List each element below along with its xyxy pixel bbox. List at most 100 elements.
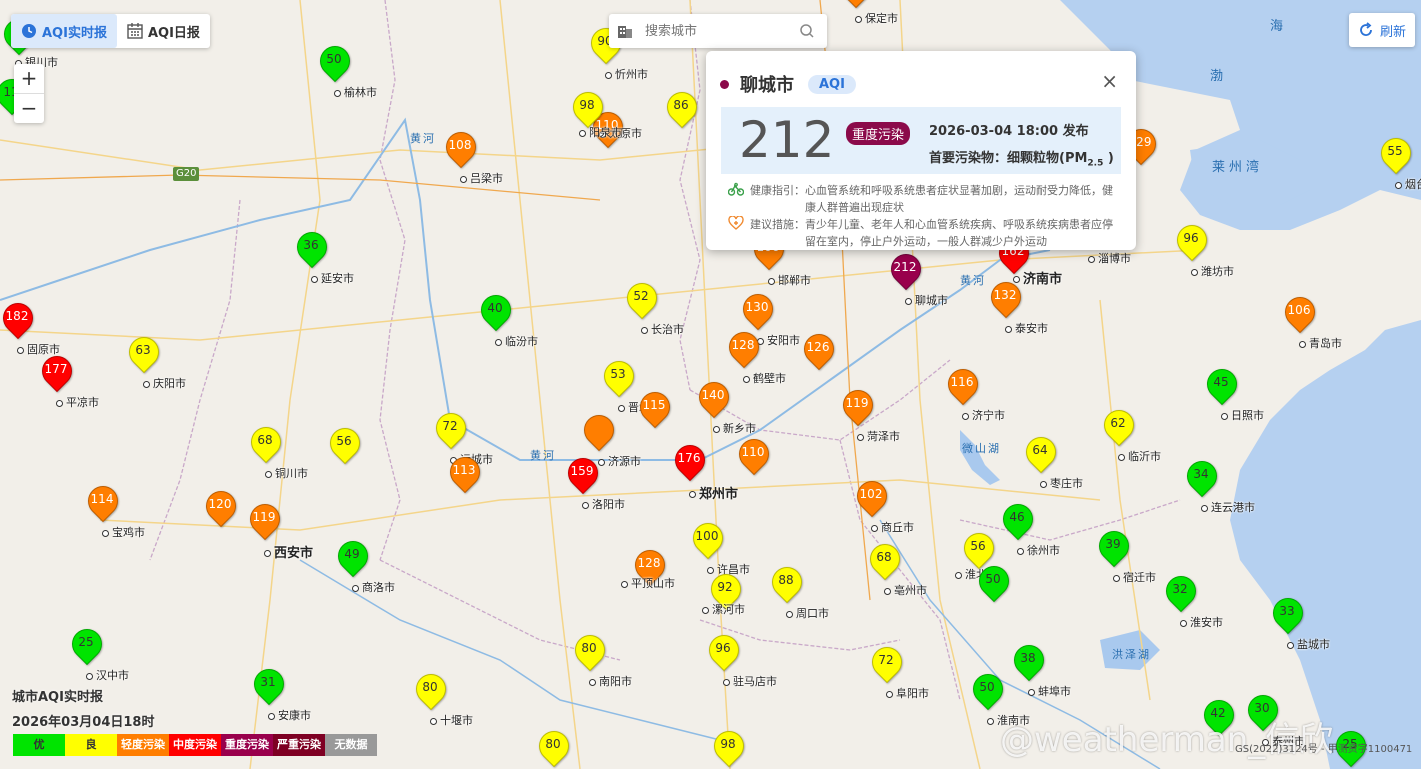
tab-daily[interactable]: AQI日报 [117, 14, 210, 48]
zoom-out-button[interactable]: − [14, 93, 44, 123]
marker-aqi-value: 86 [673, 98, 689, 112]
aqi-marker[interactable]: 56 [957, 526, 1001, 570]
aqi-marker[interactable]: 182 [0, 296, 40, 340]
city-dot-icon [1088, 255, 1095, 263]
city-label: 亳州市 [884, 582, 927, 598]
aqi-marker[interactable]: 32 [1159, 569, 1203, 613]
city-label: 周口市 [786, 605, 829, 621]
aqi-marker[interactable]: 98 [707, 724, 751, 768]
aqi-marker[interactable]: 132 [984, 275, 1028, 319]
aqi-marker[interactable]: 46 [996, 497, 1040, 541]
city-dot-icon [598, 458, 605, 466]
aqi-marker[interactable]: 80 [568, 628, 612, 672]
aqi-marker[interactable]: 86 [660, 85, 704, 129]
aqi-marker[interactable]: 116 [941, 362, 985, 406]
aqi-marker[interactable]: 98 [566, 85, 610, 129]
aqi-marker[interactable]: 34 [1180, 454, 1224, 498]
aqi-marker[interactable]: 80 [532, 724, 576, 768]
marker-aqi-value: 115 [642, 398, 666, 412]
aqi-marker[interactable]: 55 [1374, 131, 1418, 175]
aqi-marker[interactable]: 31 [247, 662, 291, 706]
bicycle-icon [728, 182, 744, 196]
aqi-marker[interactable]: 159 [561, 451, 605, 495]
aqi-marker[interactable]: 108 [439, 125, 483, 169]
lake-label: 洪泽湖 [1112, 648, 1151, 661]
aqi-marker[interactable]: 113 [443, 450, 487, 494]
aqi-marker[interactable] [577, 408, 621, 452]
aqi-value: 212 [739, 111, 835, 169]
aqi-marker[interactable]: 120 [199, 484, 243, 528]
advice-text: 青少年儿童、老年人和心血管系统疾病、呼吸系统疾病患者应停留在室内，停止户外运动，… [805, 218, 1113, 248]
aqi-marker[interactable]: 72 [865, 640, 909, 684]
aqi-marker[interactable]: 176 [668, 438, 712, 482]
aqi-marker[interactable]: 115 [633, 385, 677, 429]
aqi-marker[interactable]: 68 [244, 420, 288, 464]
city-label: 阳泉市 [579, 124, 622, 140]
aqi-marker[interactable]: 126 [797, 327, 841, 371]
marker-aqi-value: 39 [1105, 537, 1121, 551]
aqi-marker[interactable]: 50 [966, 667, 1010, 711]
pollutant-subscript: 2.5 [1087, 158, 1104, 169]
aqi-marker[interactable]: 110 [732, 432, 776, 476]
aqi-marker[interactable]: 25 [65, 622, 109, 666]
aqi-marker[interactable]: 49 [331, 534, 375, 578]
marker-aqi-value: 32 [1172, 582, 1188, 596]
city-name: 平顶山市 [631, 577, 675, 590]
aqi-marker[interactable]: 88 [765, 560, 809, 604]
aqi-marker[interactable]: 40 [474, 288, 518, 332]
aqi-marker[interactable]: 212 [884, 247, 928, 291]
city-label: 青岛市 [1299, 335, 1342, 351]
city-label: 延安市 [311, 270, 354, 286]
close-button[interactable]: × [1101, 69, 1118, 93]
aqi-marker[interactable]: 80 [409, 667, 453, 711]
search-icon[interactable] [799, 23, 815, 39]
city-label: 庆阳市 [143, 375, 186, 391]
aqi-marker[interactable]: 130 [736, 287, 780, 331]
aqi-marker[interactable]: 56 [323, 421, 367, 465]
aqi-marker[interactable]: 63 [122, 330, 166, 374]
aqi-marker[interactable]: 119 [243, 497, 287, 541]
marker-aqi-value: 62 [1110, 416, 1126, 430]
aqi-marker[interactable]: 102 [850, 474, 894, 518]
aqi-marker[interactable]: 64 [1019, 430, 1063, 474]
aqi-marker[interactable]: 119 [836, 383, 880, 427]
aqi-marker[interactable]: 45 [1200, 362, 1244, 406]
aqi-marker[interactable]: 96 [702, 628, 746, 672]
aqi-marker[interactable]: 62 [1097, 403, 1141, 447]
city-label: 鹤壁市 [743, 370, 786, 386]
city-label: 安阳市 [757, 332, 800, 348]
aqi-marker[interactable] [834, 0, 878, 9]
tab-realtime[interactable]: AQI实时报 [11, 14, 117, 48]
search-input[interactable] [643, 22, 787, 40]
aqi-marker[interactable]: 72 [429, 406, 473, 450]
aqi-marker[interactable]: 52 [620, 276, 664, 320]
aqi-marker[interactable]: 50 [313, 39, 357, 83]
refresh-button[interactable]: 刷新 [1348, 13, 1415, 47]
city-name: 淮安市 [1190, 616, 1223, 629]
city-name: 南阳市 [599, 675, 632, 688]
zoom-in-button[interactable]: + [14, 64, 44, 93]
aqi-marker[interactable]: 33 [1266, 591, 1310, 635]
city-label: 聊城市 [905, 292, 948, 308]
aqi-marker[interactable]: 96 [1170, 218, 1214, 262]
city-dot-icon [311, 275, 318, 283]
city-dot-icon [1287, 641, 1294, 649]
aqi-marker[interactable]: 106 [1278, 290, 1322, 334]
aqi-marker[interactable]: 38 [1007, 638, 1051, 682]
marker-aqi-value: 100 [695, 529, 719, 543]
aqi-marker[interactable]: 128 [722, 325, 766, 369]
marker-aqi-value: 182 [5, 309, 29, 323]
aqi-marker[interactable]: 68 [863, 537, 907, 581]
aqi-marker[interactable]: 36 [290, 225, 334, 269]
aqi-marker[interactable]: 100 [686, 516, 730, 560]
aqi-marker[interactable]: 177 [35, 349, 79, 393]
aqi-marker[interactable]: 53 [597, 354, 641, 398]
aqi-marker[interactable]: 50 [972, 559, 1016, 603]
city-label: 日照市 [1221, 407, 1264, 423]
aqi-marker[interactable]: 39 [1092, 524, 1136, 568]
health-guidance: 健康指引： 心血管系统和呼吸系统患者症状显著加剧，运动耐受力降低，健康人群普遍出… [728, 182, 1118, 216]
aqi-marker[interactable]: 114 [81, 479, 125, 523]
aqi-marker[interactable]: 140 [692, 375, 736, 419]
marker-aqi-value: 80 [545, 737, 561, 751]
advice-label: 建议措施： [750, 218, 805, 231]
